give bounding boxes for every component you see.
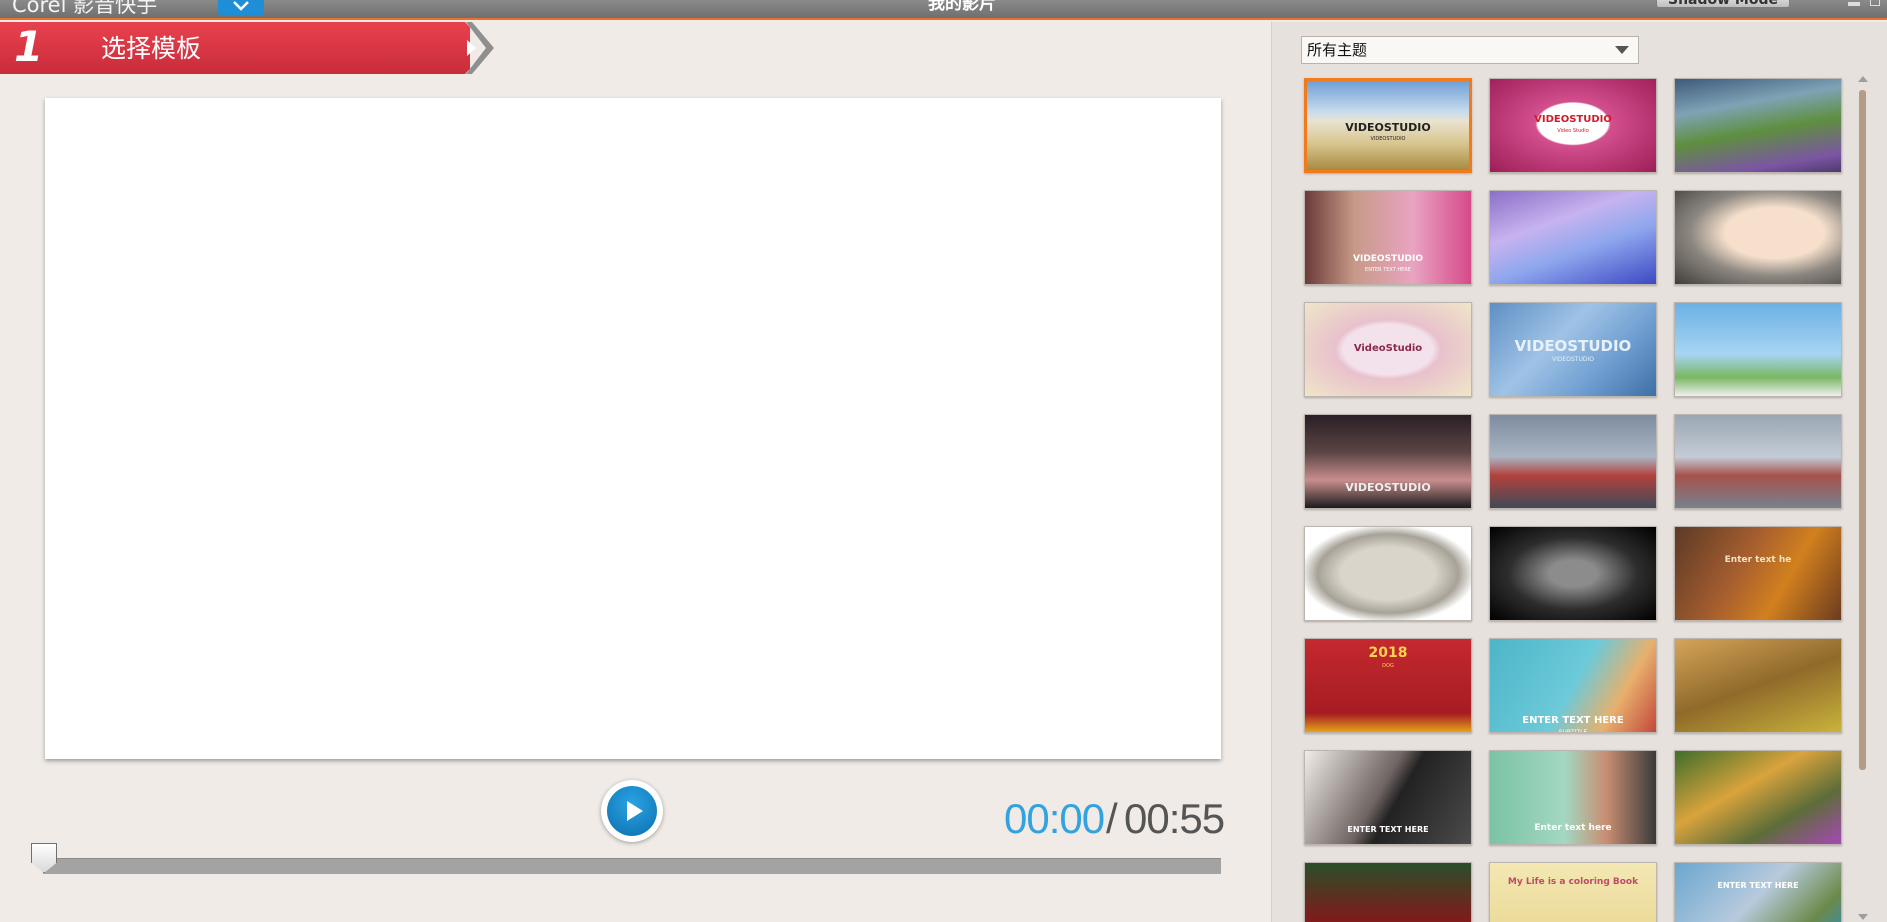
template-thumbnail[interactable] xyxy=(1304,526,1472,621)
time-separator: / xyxy=(1106,795,1118,842)
template-thumbnail[interactable]: ENTER TEXT HERE xyxy=(1304,750,1472,845)
template-thumbnail[interactable] xyxy=(1489,190,1657,285)
scroll-up-icon[interactable] xyxy=(1858,76,1868,82)
template-thumbnail[interactable]: VideoStudio xyxy=(1304,302,1472,397)
app-title: Corel 影音快手 xyxy=(12,0,158,17)
template-thumbnail[interactable] xyxy=(1489,526,1657,621)
template-caption: ENTER TEXT HERE xyxy=(1347,825,1429,834)
template-thumbnail[interactable]: ENTER TEXT HERE SUBTITLE xyxy=(1489,638,1657,733)
template-subcaption: VIDEOSTUDIO xyxy=(1370,136,1406,142)
template-subcaption: Video Studio xyxy=(1557,128,1589,134)
template-thumbnail[interactable] xyxy=(1674,750,1842,845)
template-caption: My Life is a coloring Book xyxy=(1507,877,1639,887)
template-caption: Enter text he xyxy=(1724,555,1792,565)
template-thumbnail[interactable]: ENTER TEXT HERE xyxy=(1674,862,1842,922)
arrow-right-icon[interactable] xyxy=(467,40,476,56)
template-thumbnail[interactable]: Enter text here xyxy=(1489,750,1657,845)
chevron-down-icon xyxy=(233,0,249,11)
template-subcaption: VIDEOSTUDIO xyxy=(1552,356,1594,363)
template-thumbnail[interactable] xyxy=(1674,414,1842,509)
template-thumbnail[interactable] xyxy=(1674,190,1842,285)
template-caption: 2018 xyxy=(1368,645,1408,661)
template-caption: VIDEOSTUDIO xyxy=(1345,481,1431,494)
scroll-down-icon[interactable] xyxy=(1858,914,1868,920)
theme-filter-value: 所有主题 xyxy=(1307,41,1368,59)
video-preview xyxy=(45,98,1221,759)
template-thumbnail[interactable] xyxy=(1674,302,1842,397)
title-bar: Corel 影音快手 我的影片 Shadow Mode xyxy=(0,0,1887,20)
shadow-mode-button[interactable]: Shadow Mode xyxy=(1656,0,1790,8)
total-time: 00:55 xyxy=(1124,795,1225,842)
template-thumbnail[interactable] xyxy=(1674,638,1842,733)
template-thumbnail[interactable] xyxy=(1674,78,1842,173)
maximize-icon[interactable] xyxy=(1870,0,1880,6)
template-caption: ENTER TEXT HERE xyxy=(1522,715,1624,726)
template-scrollbar[interactable] xyxy=(1856,76,1868,922)
template-caption: VIDEOSTUDIO xyxy=(1345,121,1431,134)
template-thumbnail[interactable]: VIDEOSTUDIO VIDEOSTUDIO xyxy=(1489,302,1657,397)
template-subcaption: SUBTITLE xyxy=(1558,729,1588,733)
minimize-icon[interactable] xyxy=(1848,2,1860,6)
template-thumbnail[interactable] xyxy=(1489,414,1657,509)
template-caption: VIDEOSTUDIO xyxy=(1353,254,1423,264)
project-title: 我的影片 xyxy=(928,0,996,14)
play-button[interactable] xyxy=(601,780,663,842)
template-thumbnail[interactable]: 2018 DOG xyxy=(1304,638,1472,733)
timeline-scrubber[interactable] xyxy=(43,858,1221,874)
scrollbar-thumb[interactable] xyxy=(1859,90,1866,770)
template-thumbnail[interactable]: VIDEOSTUDIO ENTER TEXT HERE xyxy=(1304,190,1472,285)
template-thumbnail[interactable]: My Life is a coloring Book xyxy=(1489,862,1657,922)
app-menu-button[interactable] xyxy=(218,0,264,15)
template-caption: VideoStudio xyxy=(1353,343,1423,354)
template-subcaption: ENTER TEXT HERE xyxy=(1365,267,1411,273)
play-icon xyxy=(607,786,657,836)
template-thumbnail[interactable]: VIDEOSTUDIO VIDEOSTUDIO xyxy=(1304,78,1472,173)
template-thumbnail[interactable]: Enter text he xyxy=(1674,526,1842,621)
current-time: 00:00 xyxy=(1004,795,1105,842)
template-caption: VIDEOSTUDIO xyxy=(1514,337,1632,355)
template-thumbnail[interactable]: VIDEOSTUDIO xyxy=(1304,414,1472,509)
template-caption: VIDEOSTUDIO xyxy=(1534,114,1612,125)
template-thumbnail[interactable]: VIDEOSTUDIO Video Studio xyxy=(1489,78,1657,173)
theme-filter-select[interactable]: 所有主题 xyxy=(1301,36,1639,64)
template-caption: Enter text here xyxy=(1534,823,1612,833)
step-label: 选择模板 xyxy=(101,34,202,63)
template-subcaption: DOG xyxy=(1382,663,1394,669)
step-number: 1 xyxy=(14,22,44,71)
dropdown-arrow-icon xyxy=(1615,46,1629,54)
template-thumbnail[interactable] xyxy=(1304,862,1472,922)
template-caption: ENTER TEXT HERE xyxy=(1717,881,1799,890)
step-banner xyxy=(0,22,470,74)
